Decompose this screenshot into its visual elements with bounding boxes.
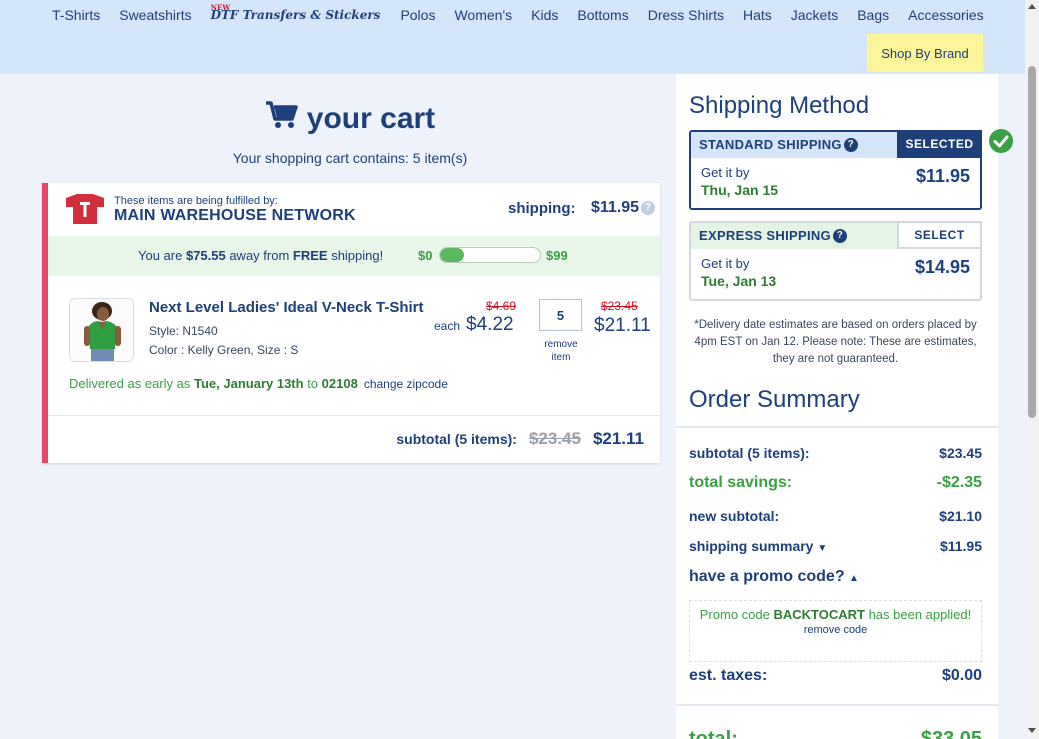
change-zipcode-link[interactable]: change zipcode	[364, 377, 448, 391]
product-name-link[interactable]: Next Level Ladies' Ideal V-Neck T-Shirt	[149, 299, 424, 316]
original-unit-price: $4.69	[486, 299, 517, 313]
cart-shipment-card: These items are being fulfilled by: MAIN…	[42, 183, 660, 463]
shipping-summary-toggle[interactable]: shipping summary ▼ $11.95	[689, 538, 982, 554]
express-shipping-option[interactable]: EXPRESS SHIPPING? SELECT Get it by Tue, …	[689, 221, 982, 301]
divider	[676, 426, 998, 428]
nav-item-polos[interactable]: Polos	[400, 6, 435, 24]
caret-up-icon: ▲	[849, 573, 859, 584]
nav-item-jackets[interactable]: Jackets	[791, 6, 838, 24]
free-shipping-bar: You are $75.55 away from FREE shipping! …	[48, 236, 660, 276]
shop-by-brand-button[interactable]: Shop By Brand	[867, 34, 983, 72]
remove-item-link[interactable]: remove item	[538, 338, 584, 364]
get-it-label: Get it by	[701, 256, 750, 271]
subtotal-original: $23.45	[528, 429, 581, 448]
shipping-method-title: Shipping Method	[689, 92, 870, 119]
nav-item-accessories[interactable]: Accessories	[908, 6, 983, 24]
product-image[interactable]	[69, 298, 134, 362]
delivery-disclaimer: *Delivery date estimates are based on or…	[694, 319, 977, 365]
nav-item-bags[interactable]: Bags	[857, 6, 889, 24]
scroll-up-arrow-icon[interactable]	[1028, 4, 1036, 9]
nav-item-dtf-transfers[interactable]: NEW DTF Transfers & Stickers	[210, 3, 381, 24]
shipping-label: shipping:	[508, 200, 576, 217]
estimated-taxes-row: est. taxes: $0.00	[689, 667, 982, 684]
free-shipping-progress	[439, 247, 541, 263]
divider	[676, 704, 998, 706]
nav-item-dtf-label: DTF Transfers & Stickers	[210, 8, 381, 22]
selected-button[interactable]: SELECTED	[897, 130, 982, 158]
cart-item-count: Your shopping cart contains: 5 item(s)	[232, 150, 468, 166]
scrollbar-thumb[interactable]	[1028, 66, 1036, 418]
scroll-down-arrow-icon[interactable]	[1028, 728, 1036, 733]
nav-item-bottoms[interactable]: Bottoms	[577, 6, 628, 24]
order-total-row: total: $33.05	[689, 728, 982, 739]
order-summary-title: Order Summary	[689, 386, 860, 413]
nav-item-womens[interactable]: Women's	[454, 6, 512, 24]
subtotal-label: subtotal (5 items):	[396, 431, 517, 447]
nav-item-sweatshirts[interactable]: Sweatshirts	[119, 6, 191, 24]
shirt-icon	[64, 193, 106, 225]
help-icon[interactable]: ?	[843, 137, 858, 152]
help-icon[interactable]: ?	[832, 228, 847, 243]
promo-applied-box: Promo code BACKTOCART has been applied! …	[689, 600, 982, 662]
fulfilled-by-label: These items are being fulfilled by:	[114, 195, 278, 207]
select-button[interactable]: SELECT	[897, 221, 982, 249]
summary-savings-row: total savings: -$2.35	[689, 474, 982, 491]
delivery-estimate: Delivered as early as Tue, January 13th …	[69, 376, 448, 391]
nav-item-dress-shirts[interactable]: Dress Shirts	[648, 6, 724, 24]
progress-max-label: $99	[546, 248, 568, 263]
express-shipping-name: EXPRESS SHIPPING?	[699, 228, 847, 243]
progress-min-label: $0	[418, 248, 433, 263]
cart-title-text: your cart	[306, 102, 436, 135]
free-shipping-message: You are $75.55 away from FREE shipping!	[138, 248, 384, 263]
get-it-label: Get it by	[701, 165, 750, 180]
shipping-value: $11.95	[591, 199, 640, 216]
cart-title: your cart	[0, 100, 700, 138]
summary-new-subtotal-row: new subtotal: $21.10	[689, 508, 982, 524]
original-line-total: $23.45	[601, 299, 638, 313]
product-style: Style: N1540	[149, 324, 218, 338]
standard-shipping-option[interactable]: STANDARD SHIPPING? SELECTED Get it by Th…	[689, 129, 1013, 210]
new-badge: NEW	[210, 3, 231, 12]
checkout-sidebar: Shipping Method STANDARD SHIPPING? SELEC…	[676, 74, 1013, 739]
express-shipping-price: $14.95	[914, 257, 970, 277]
fulfilled-by-name: MAIN WAREHOUSE NETWORK	[114, 207, 356, 224]
remove-code-link[interactable]: remove code	[690, 624, 981, 636]
standard-delivery-date: Thu, Jan 15	[701, 182, 779, 198]
caret-down-icon: ▼	[817, 543, 828, 554]
category-menu: T-Shirts Sweatshirts NEW DTF Transfers & …	[52, 3, 1003, 24]
nav-item-t-shirts[interactable]: T-Shirts	[52, 6, 100, 24]
page-scrollbar[interactable]	[1025, 0, 1039, 739]
standard-shipping-name: STANDARD SHIPPING?	[699, 137, 858, 152]
cart-icon	[265, 100, 299, 138]
nav-item-hats[interactable]: Hats	[743, 6, 772, 24]
promo-code-toggle[interactable]: have a promo code? ▲	[689, 568, 982, 586]
promo-applied-message: Promo code BACKTOCART has been applied!	[699, 607, 972, 622]
subtotal-value: $21.11	[592, 429, 644, 448]
progress-fill	[440, 248, 464, 262]
quantity-input[interactable]: 5	[539, 299, 582, 331]
unit-price: each $4.22	[434, 314, 514, 335]
summary-subtotal-row: subtotal (5 items): $23.45	[689, 445, 982, 461]
checkmark-icon	[989, 129, 1013, 153]
divider	[48, 415, 660, 416]
express-delivery-date: Tue, Jan 13	[701, 273, 777, 289]
product-color-size: Color : Kelly Green, Size : S	[149, 343, 299, 357]
cart-subtotal: subtotal (5 items): $23.45 $21.11	[48, 429, 660, 449]
line-total: $21.11	[594, 315, 651, 336]
help-icon[interactable]: ?	[641, 201, 655, 215]
nav-item-kids[interactable]: Kids	[531, 6, 558, 24]
top-navigation: T-Shirts Sweatshirts NEW DTF Transfers & …	[0, 0, 1025, 74]
standard-shipping-price: $11.95	[915, 166, 970, 186]
